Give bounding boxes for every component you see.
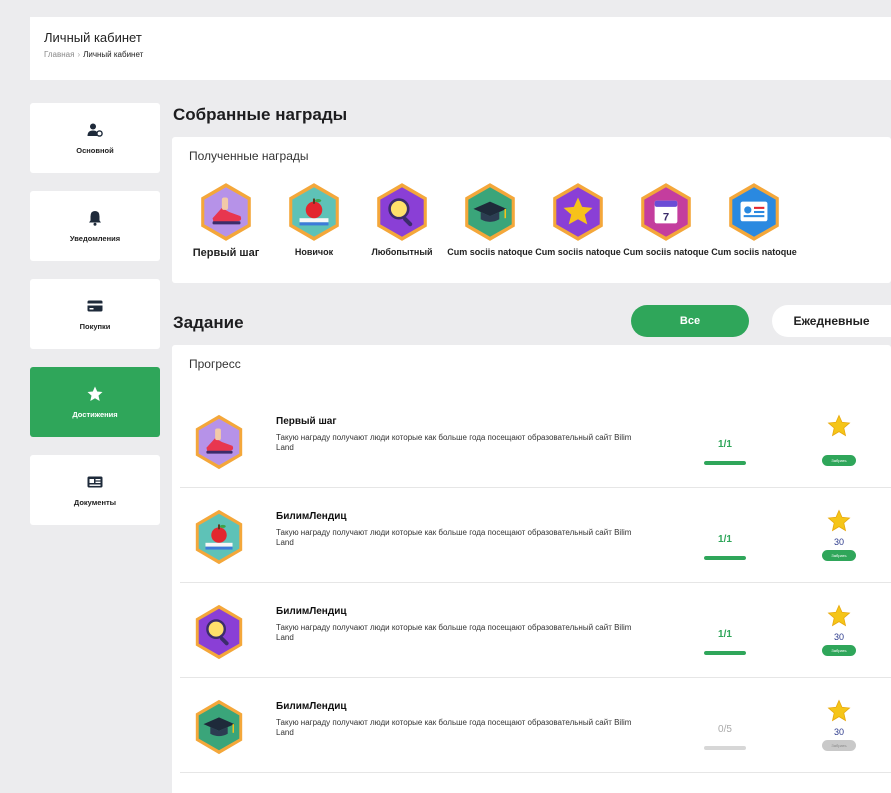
sidebar-item-label: Основной — [76, 145, 114, 155]
task-title: Первый шаг — [276, 416, 337, 427]
breadcrumb: Главная › Личный кабинет — [44, 50, 891, 59]
apple-books-icon — [283, 181, 345, 243]
tasks-title: Задание — [173, 313, 244, 332]
star-icon — [827, 699, 851, 723]
task-progress-fill — [704, 651, 746, 655]
sneaker-icon — [190, 413, 248, 471]
task-row: БилимЛендиц Такую награду получают люди … — [172, 488, 891, 583]
sidebar-item-main[interactable]: Основной — [30, 103, 160, 173]
sidebar-item-label: Документы — [73, 497, 117, 507]
task-description: Такую награду получают люди которые как … — [276, 433, 632, 452]
badge-name: Новичок — [294, 247, 334, 257]
breadcrumb-home[interactable]: Главная — [44, 50, 74, 59]
breadcrumb-current: Личный кабинет — [83, 50, 144, 59]
apple-books-icon — [190, 508, 248, 566]
task-progress-text: 1/1 — [718, 629, 732, 640]
awards-title: Собранные награды — [173, 105, 348, 124]
badge-list: Первый шаг Новичок Любопытный Cum sociis… — [182, 181, 798, 260]
sidebar-item-achievements[interactable]: Достижения — [30, 367, 160, 437]
task-points: 30 — [833, 632, 844, 642]
credit-card-icon — [87, 300, 103, 311]
badge-name: Cum sociis natoque — [535, 247, 621, 257]
sidebar-item-label: Покупки — [79, 321, 111, 331]
badge-item[interactable]: Cum sociis natoque — [710, 181, 798, 260]
claim-button[interactable]: Забрать — [822, 550, 856, 561]
task-progress-bar — [704, 746, 746, 750]
badge-item[interactable]: Cum sociis natoque — [622, 181, 710, 260]
badge-item[interactable]: Новичок — [270, 181, 358, 260]
badge-name: Первый шаг — [192, 247, 260, 259]
star-badge-icon — [547, 181, 609, 243]
page-header: Личный кабинет Главная › Личный кабинет — [30, 17, 891, 80]
magnifier-icon — [190, 603, 248, 661]
breadcrumb-separator: › — [77, 50, 81, 59]
awards-subtitle: Полученные награды — [189, 149, 309, 163]
task-progress-bar — [704, 556, 746, 560]
badge-name: Cum sociis natoque — [711, 247, 797, 257]
badge-item[interactable]: Любопытный — [358, 181, 446, 260]
id-badge-icon — [723, 181, 785, 243]
sidebar-item-notifications[interactable]: Уведомления — [30, 191, 160, 261]
badge-name: Любопытный — [371, 247, 433, 257]
task-progress-text: 1/1 — [718, 439, 732, 450]
sidebar-item-documents[interactable]: Документы — [30, 455, 160, 525]
tasks-card: Прогресс Первый шаг Такую награду получа… — [172, 345, 891, 793]
filter-all-button[interactable]: Все — [631, 305, 749, 337]
sidebar-item-purchases[interactable]: Покупки — [30, 279, 160, 349]
task-progress-bar — [704, 461, 746, 465]
task-description: Такую награду получают люди которые как … — [276, 623, 632, 642]
star-icon — [827, 509, 851, 533]
star-icon — [827, 604, 851, 628]
sidebar-item-label: Достижения — [72, 409, 118, 419]
task-progress-bar — [704, 651, 746, 655]
badge-name: Cum sociis natoque — [447, 247, 533, 257]
awards-card: Полученные награды Первый шаг Новичок Лю… — [172, 137, 891, 283]
bell-icon — [89, 210, 101, 226]
task-description: Такую награду получают люди которые как … — [276, 718, 632, 737]
task-progress-fill — [704, 461, 746, 465]
task-points: 30 — [833, 537, 844, 547]
graduation-cap-icon — [190, 698, 248, 756]
id-card-icon — [87, 476, 103, 487]
star-icon — [87, 386, 103, 401]
task-progress-text: 0/5 — [718, 724, 732, 735]
task-description: Такую награду получают люди которые как … — [276, 528, 632, 547]
row-divider — [180, 772, 891, 773]
user-settings-icon — [87, 123, 103, 137]
task-row: Первый шаг Такую награду получают люди к… — [172, 393, 891, 488]
claim-button[interactable]: Забрать — [822, 455, 856, 466]
filter-daily-button[interactable]: Ежедневные — [772, 305, 891, 337]
task-title: БилимЛендиц — [276, 606, 347, 617]
graduation-cap-icon — [459, 181, 521, 243]
task-row: БилимЛендиц Такую награду получают люди … — [172, 583, 891, 678]
task-progress-fill — [704, 556, 746, 560]
sneaker-icon — [195, 181, 257, 243]
task-points: 30 — [833, 727, 844, 737]
tasks-subtitle: Прогресс — [189, 357, 241, 371]
claim-button[interactable]: Забрать — [822, 740, 856, 751]
claim-button[interactable]: Забрать — [822, 645, 856, 656]
star-icon — [827, 414, 851, 438]
badge-item[interactable]: Первый шаг — [182, 181, 270, 260]
calendar-icon — [635, 181, 697, 243]
badge-item[interactable]: Cum sociis natoque — [446, 181, 534, 260]
task-row: БилимЛендиц Такую награду получают люди … — [172, 678, 891, 773]
task-title: БилимЛендиц — [276, 701, 347, 712]
sidebar: Основной Уведомления Покупки Достижения … — [30, 103, 160, 543]
page-title: Личный кабинет — [44, 30, 142, 45]
sidebar-item-label: Уведомления — [69, 233, 121, 243]
badge-item[interactable]: Cum sociis natoque — [534, 181, 622, 260]
magnifier-icon — [371, 181, 433, 243]
task-progress-text: 1/1 — [718, 534, 732, 545]
task-title: БилимЛендиц — [276, 511, 347, 522]
badge-name: Cum sociis natoque — [623, 247, 709, 257]
